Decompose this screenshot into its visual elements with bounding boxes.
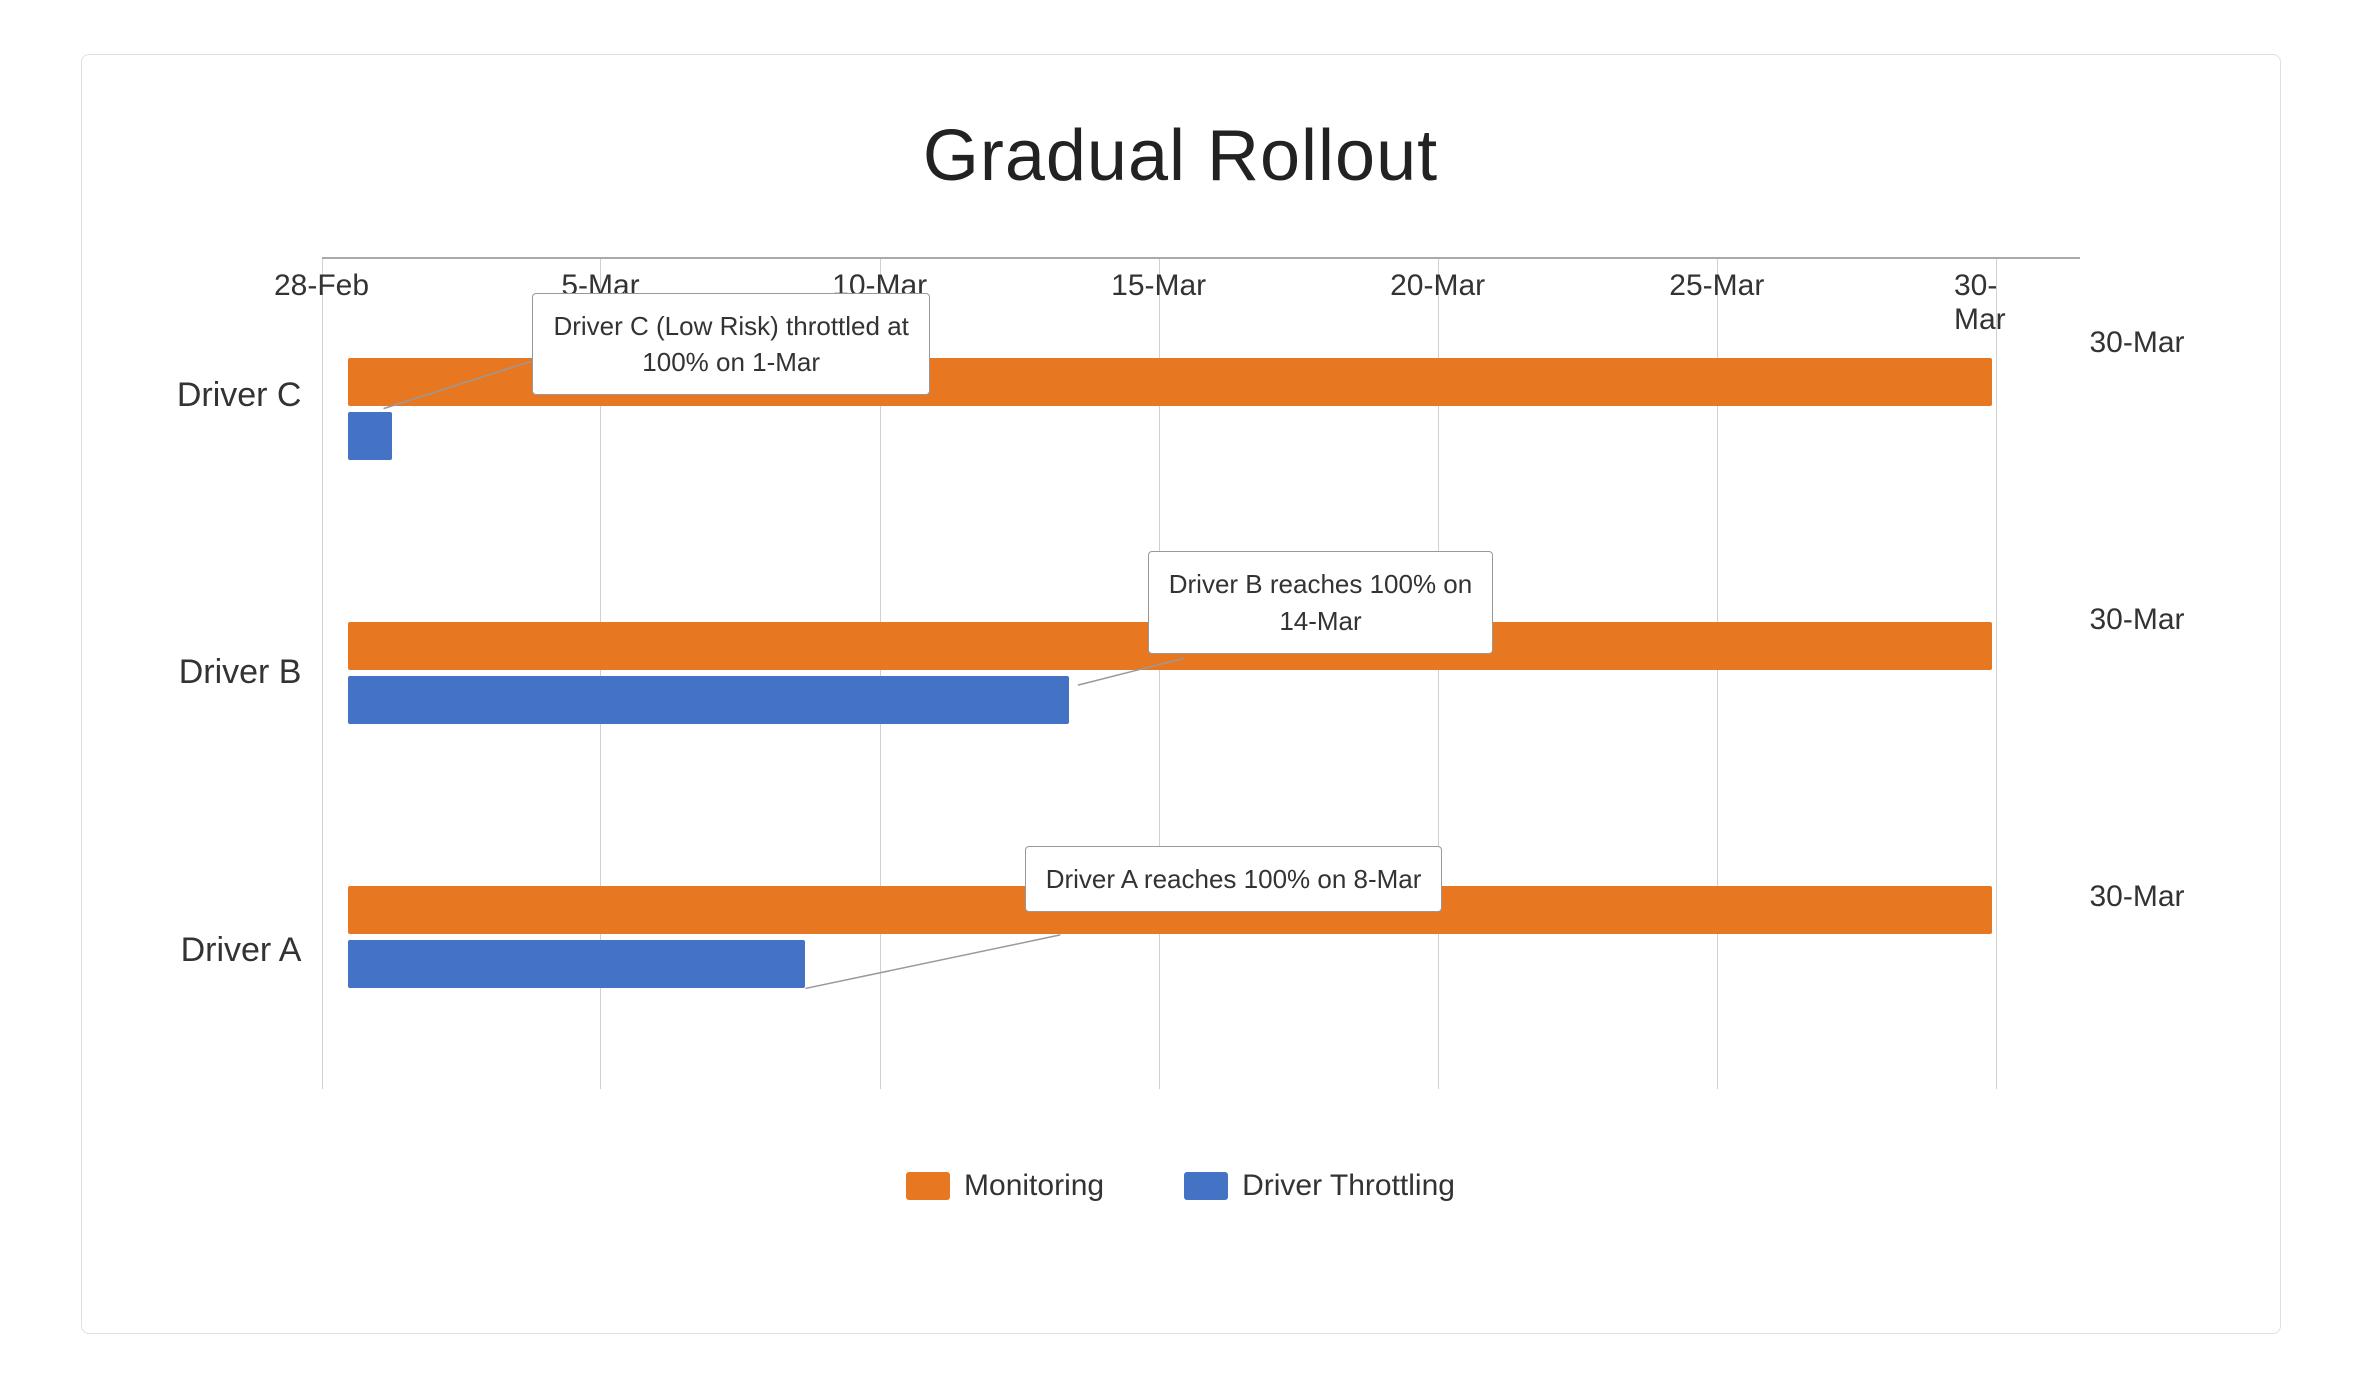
chart-title: Gradual Rollout xyxy=(162,115,2200,197)
legend-label-monitoring: Monitoring xyxy=(964,1169,1104,1203)
legend-item-monitoring: Monitoring xyxy=(906,1169,1104,1203)
legend-swatch-throttling xyxy=(1184,1172,1228,1200)
legend-item-throttling: Driver Throttling xyxy=(1184,1169,1455,1203)
annotation-driver-a: Driver A reaches 100% on 8-Mar xyxy=(1025,846,1443,912)
chart-area: Driver C Driver B Driver A xyxy=(162,257,2200,1149)
bar-row-c-throttling xyxy=(322,412,2080,460)
chart-container: Gradual Rollout Driver C Driver B Driver… xyxy=(81,54,2281,1334)
annotation-driver-c: Driver C (Low Risk) throttled at100% on … xyxy=(532,293,929,396)
x-label-20mar: 20-Mar xyxy=(1390,269,1485,303)
x-label-15mar: 15-Mar xyxy=(1111,269,1206,303)
y-label-driver-b: Driver B xyxy=(162,593,302,753)
y-axis-labels: Driver C Driver B Driver A xyxy=(162,257,322,1149)
legend: Monitoring Driver Throttling xyxy=(162,1169,2200,1213)
bar-a-throttling xyxy=(348,940,805,988)
right-labels: 30-Mar 30-Mar 30-Mar xyxy=(2080,257,2200,1149)
bar-b-throttling xyxy=(348,676,1069,724)
legend-swatch-monitoring xyxy=(906,1172,950,1200)
y-label-driver-a: Driver A xyxy=(162,870,302,1030)
annotation-driver-b: Driver B reaches 100% on14-Mar xyxy=(1148,551,1493,654)
y-label-driver-c: Driver C xyxy=(162,316,302,476)
grid-and-bars: Driver C (Low Risk) throttled at100% on … xyxy=(322,257,2080,1149)
x-label-25mar: 25-Mar xyxy=(1669,269,1764,303)
right-label-a: 30-Mar xyxy=(2080,870,2200,1030)
x-label-28feb: 28-Feb xyxy=(274,269,369,303)
right-label-c: 30-Mar xyxy=(2080,316,2200,476)
bar-row-a-throttling xyxy=(322,940,2080,988)
right-label-b: 30-Mar xyxy=(2080,593,2200,753)
chart-plot: Driver C (Low Risk) throttled at100% on … xyxy=(322,257,2080,1149)
bar-row-b-throttling xyxy=(322,676,2080,724)
x-label-30mar: 30-Mar xyxy=(1954,269,2038,337)
legend-label-throttling: Driver Throttling xyxy=(1242,1169,1455,1203)
bar-c-throttling xyxy=(348,412,392,460)
